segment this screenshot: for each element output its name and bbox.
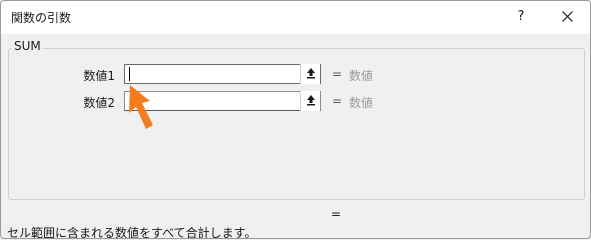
- text-caret: [129, 67, 130, 81]
- function-arguments-dialog: 関数の引数 ? SUM 数値1 = 数値 数値2 = 数値 = セル範囲に含まれ…: [0, 0, 591, 239]
- collapse-dialog-icon: [306, 95, 315, 106]
- pointer-arrow-icon: [129, 85, 153, 129]
- argument-2-result: 数値: [349, 96, 374, 110]
- argument-2-equals: =: [332, 94, 343, 108]
- argument-2-label: 数値2: [83, 96, 115, 110]
- close-button[interactable]: [557, 7, 577, 27]
- help-button[interactable]: ?: [511, 7, 531, 27]
- function-name-label: SUM: [12, 39, 43, 53]
- window-title: 関数の引数: [11, 11, 72, 25]
- function-description: セル範囲に含まれる数値をすべて合計します。: [7, 226, 257, 239]
- argument-1-collapse-button[interactable]: [300, 64, 320, 84]
- argument-1-label: 数値1: [83, 69, 115, 83]
- argument-2-collapse-button[interactable]: [300, 91, 320, 111]
- collapse-dialog-icon: [306, 68, 315, 79]
- close-icon: [561, 11, 573, 22]
- formula-result-equals: =: [331, 207, 342, 221]
- argument-1-equals: =: [332, 67, 343, 81]
- argument-1-result: 数値: [349, 69, 374, 83]
- title-bar: 関数の引数 ?: [1, 1, 590, 34]
